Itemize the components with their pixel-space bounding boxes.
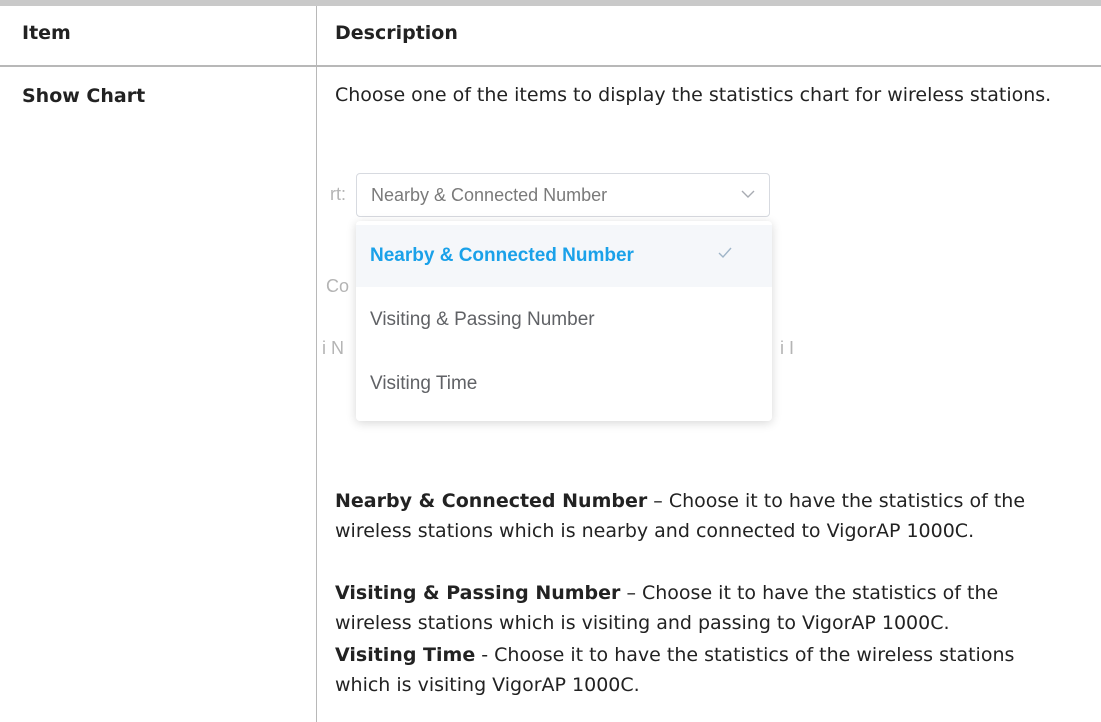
chart-select[interactable]: Nearby & Connected Number bbox=[356, 173, 770, 217]
faded-label: Co bbox=[326, 276, 350, 296]
chevron-down-icon bbox=[741, 190, 755, 198]
header-divider bbox=[0, 65, 1101, 67]
intro-text: Choose one of the items to display the s… bbox=[335, 84, 1052, 106]
term: Visiting & Passing Number bbox=[335, 582, 621, 604]
select-value: Nearby & Connected Number bbox=[371, 185, 608, 205]
faded-label: i I bbox=[780, 338, 795, 358]
row-item-label: Show Chart bbox=[22, 85, 146, 107]
option-visiting-passing[interactable]: Visiting & Passing Number bbox=[356, 289, 772, 351]
column-divider bbox=[316, 6, 317, 722]
option-label: Nearby & Connected Number bbox=[370, 245, 634, 266]
header-item: Item bbox=[22, 22, 71, 44]
option-visiting-time[interactable]: Visiting Time bbox=[356, 353, 772, 415]
description-item: Visiting Time - Choose it to have the st… bbox=[335, 640, 1075, 700]
option-nearby-connected[interactable]: Nearby & Connected Number bbox=[356, 225, 772, 287]
dropdown-menu: Nearby & Connected Number Visiting & Pas… bbox=[356, 221, 772, 421]
term: Visiting Time bbox=[335, 644, 476, 666]
header-description: Description bbox=[335, 22, 458, 44]
description-item: Nearby & Connected Number – Choose it to… bbox=[335, 486, 1075, 546]
description-item: Visiting & Passing Number – Choose it to… bbox=[335, 578, 1075, 638]
faded-label: i N bbox=[322, 338, 344, 358]
option-label: Visiting & Passing Number bbox=[370, 309, 595, 330]
faded-label: rt: bbox=[330, 184, 346, 204]
table-top-border bbox=[0, 0, 1101, 6]
option-label: Visiting Time bbox=[370, 373, 478, 394]
term: Nearby & Connected Number bbox=[335, 490, 648, 512]
check-icon bbox=[718, 247, 732, 259]
